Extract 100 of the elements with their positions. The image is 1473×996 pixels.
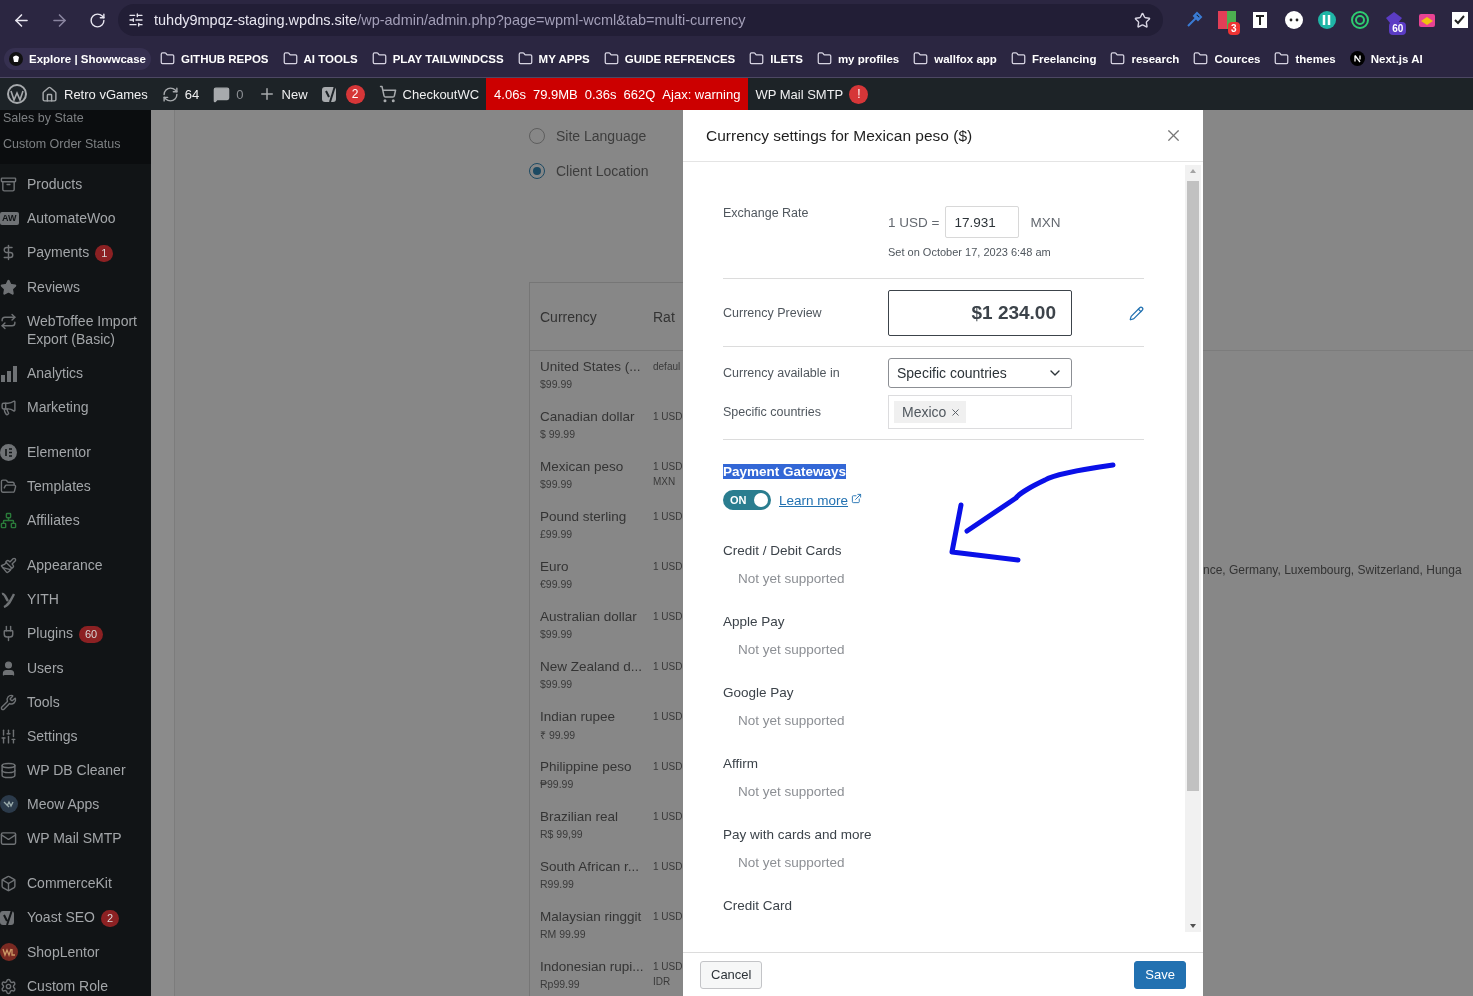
- scrollbar-thumb[interactable]: [1187, 181, 1199, 791]
- sidebar-item[interactable]: Settings: [0, 719, 151, 753]
- bookmark-item[interactable]: themes: [1269, 47, 1341, 70]
- updates-link[interactable]: 64: [154, 78, 207, 110]
- gateway-name: Google Pay: [723, 685, 795, 700]
- country-tag[interactable]: Mexico: [894, 401, 967, 423]
- submenu-item[interactable]: Custom Order Status: [3, 130, 151, 158]
- bookmark-item[interactable]: my profiles: [811, 47, 905, 70]
- sidebar-item[interactable]: Marketing: [0, 390, 151, 424]
- sidebar-item[interactable]: Analytics: [0, 356, 151, 390]
- smtp-label: WP Mail SMTP: [755, 86, 844, 102]
- gateways-toggle[interactable]: ON: [723, 490, 771, 510]
- bookmark-item[interactable]: GUIDE REFRENCES: [598, 47, 741, 70]
- comments-link[interactable]: 0: [206, 78, 251, 110]
- bookmark-item[interactable]: research: [1105, 47, 1185, 70]
- currency-price: $99.99: [540, 478, 574, 490]
- gateway-status: Not yet supported: [737, 642, 846, 657]
- rate-timestamp: Set on October 17, 2023 6:48 am: [888, 246, 1052, 258]
- currency-name: Pound sterling: [540, 509, 628, 524]
- bookmark-item[interactable]: wallfox app: [908, 47, 1002, 70]
- site-settings-icon[interactable]: [128, 12, 144, 28]
- currency-name: Australian dollar: [540, 609, 638, 624]
- bookmark-item[interactable]: MY APPS: [512, 47, 595, 70]
- bookmark-item[interactable]: Cources: [1188, 47, 1266, 70]
- network-icon: [0, 511, 17, 529]
- currency-name: United States (...: [540, 359, 642, 374]
- availability-select[interactable]: Specific countries: [888, 358, 1072, 388]
- rate-cell-text: 1 USD: [653, 860, 683, 874]
- sidebar-item[interactable]: Payments 1: [0, 235, 151, 270]
- sidebar-item[interactable]: Affiliates: [0, 503, 151, 537]
- bookmark-item[interactable]: Explore | Showwcase: [4, 47, 151, 70]
- currency-price: RM 99.99: [540, 928, 587, 940]
- sidebar-item[interactable]: Custom Role: [0, 969, 151, 996]
- extension-logo-icon: [1217, 10, 1237, 30]
- sidebar-item[interactable]: Meow Apps: [0, 787, 151, 821]
- rate-prefix: 1 USD =: [888, 214, 940, 230]
- exchange-rate-input[interactable]: 17.931: [945, 206, 1020, 238]
- gateway-status: Not yet supported: [737, 713, 846, 728]
- sidebar-item[interactable]: WP DB Cleaner: [0, 753, 151, 787]
- new-content-link[interactable]: New: [250, 78, 315, 110]
- currency-code: MXN: [1030, 214, 1061, 230]
- site-name-link[interactable]: Retro vGames: [34, 78, 155, 110]
- rate-cell-text: 1 USD: [653, 510, 683, 524]
- yoast-menu-link[interactable]: 2: [314, 78, 372, 110]
- bookmark-item[interactable]: Freelancing: [1005, 47, 1102, 70]
- bookmark-item[interactable]: AI TOOLS: [277, 47, 363, 70]
- cancel-button[interactable]: Cancel: [700, 960, 763, 989]
- sidebar-item[interactable]: Templates: [0, 469, 151, 503]
- query-monitor-link[interactable]: 4.06s 79.9MB 0.36s 662Q Ajax: warning: [486, 78, 749, 110]
- extension-logo-icon: [1251, 11, 1270, 29]
- sidebar-item[interactable]: YITH: [0, 582, 151, 616]
- bookmark-item[interactable]: GITHUB REPOS: [155, 47, 274, 70]
- cart-icon: [378, 85, 397, 103]
- gear-icon: [0, 977, 17, 995]
- checkout-link[interactable]: CheckoutWC: [371, 78, 487, 110]
- sidebar-item[interactable]: CommerceKit: [0, 866, 151, 900]
- edit-button[interactable]: [1129, 305, 1144, 321]
- currency-name: Philippine peso: [540, 759, 633, 774]
- comment-count: 0: [236, 86, 244, 102]
- sidebar-item[interactable]: Yoast SEO 2: [0, 900, 151, 935]
- gateway-status: Not yet supported: [737, 784, 846, 799]
- external-link-icon: [851, 492, 863, 504]
- smtp-link[interactable]: WP Mail SMTP !: [748, 78, 876, 110]
- sidebar-item[interactable]: ShopLentor: [0, 935, 151, 969]
- repeat-icon: [0, 312, 17, 330]
- remove-icon[interactable]: [950, 406, 962, 418]
- bookmark-item[interactable]: Next.js AI: [1344, 47, 1428, 70]
- field-label: Currency Preview: [723, 306, 823, 320]
- performance-stat: 0.36s: [584, 86, 617, 102]
- rate-cell-text: 1 USD: [653, 560, 683, 574]
- sidebar-item[interactable]: Users: [0, 651, 151, 685]
- sidebar-item[interactable]: WP Mail SMTP: [0, 821, 151, 855]
- bookmark-item[interactable]: PLAY TAILWINDCSS: [366, 47, 509, 70]
- learn-more-link[interactable]: Learn more: [779, 492, 863, 508]
- sidebar-item[interactable]: AW AutomateWoo: [0, 201, 151, 235]
- column-header: Currency: [540, 308, 598, 325]
- sidebar-item[interactable]: Tools: [0, 685, 151, 719]
- mail-icon: [0, 829, 17, 847]
- save-button[interactable]: Save: [1134, 960, 1186, 989]
- sidebar-item[interactable]: WebToffee Import Export (Basic): [0, 304, 151, 356]
- sidebar-item[interactable]: Reviews: [0, 270, 151, 304]
- scrollbar[interactable]: [1185, 165, 1201, 932]
- currency-price: ₱99.99: [540, 778, 575, 790]
- bookmark-star-icon[interactable]: [1134, 11, 1151, 29]
- meow-logo-icon: [0, 795, 18, 813]
- bookmark-item[interactable]: ILETS: [744, 47, 808, 70]
- address-bar[interactable]: tuhdy9mpqz-staging.wpdns.site/wp-admin/admin.php?page=wpml-wcml&tab=multi-currency: [118, 4, 1163, 36]
- currency-name: Indonesian rupi...: [540, 959, 645, 974]
- column-header: Rat: [653, 308, 676, 325]
- sidebar-item[interactable]: Elementor: [0, 435, 151, 469]
- sidebar-item[interactable]: Appearance: [0, 548, 151, 582]
- sidebar-item[interactable]: Plugins 60: [0, 616, 151, 651]
- database-icon: [0, 761, 17, 779]
- rate-cell-text: 1 USD: [653, 610, 683, 624]
- rate-cell-text: 1 USD: [653, 910, 683, 924]
- extension-logo-icon: [1452, 11, 1469, 29]
- submenu-item[interactable]: Sales by State: [3, 110, 151, 126]
- sidebar-item[interactable]: Products: [0, 167, 151, 201]
- archive-icon: [0, 175, 17, 193]
- countries-field[interactable]: Mexico: [888, 395, 1072, 429]
